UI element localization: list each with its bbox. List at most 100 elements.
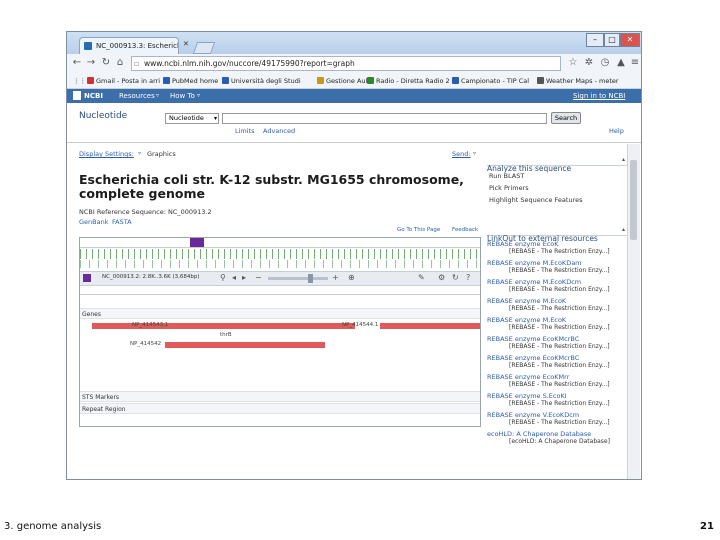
linkout-name[interactable]: REBASE enzyme M.EcoK bbox=[487, 316, 627, 324]
linkout-name[interactable]: REBASE enzyme M.EcoKDcm bbox=[487, 278, 627, 286]
gene-label: NP_414544.1 bbox=[342, 322, 379, 328]
new-tab-button[interactable] bbox=[192, 42, 216, 54]
bookmark-gmail[interactable]: Gmail - Posta in arri bbox=[87, 74, 160, 88]
howto-menu[interactable]: How To bbox=[170, 89, 195, 103]
pan-left-icon[interactable]: ◂ bbox=[232, 273, 236, 282]
db-select[interactable]: Nucleotide ▾ bbox=[165, 113, 219, 124]
expand-icon[interactable]: ⊕ bbox=[348, 273, 355, 282]
zoom-in-icon[interactable]: + bbox=[332, 273, 339, 282]
extension-icon-3[interactable]: ▲ bbox=[615, 57, 627, 69]
radio-icon bbox=[367, 77, 374, 84]
linkout-name[interactable]: REBASE enzyme EcoKMcrBC bbox=[487, 354, 627, 362]
signin-link[interactable]: Sign in to NCBI bbox=[573, 89, 625, 103]
ncbi-logo-icon bbox=[73, 91, 81, 100]
zoom-out-icon[interactable]: − bbox=[255, 273, 262, 282]
vertical-scrollbar[interactable] bbox=[627, 144, 640, 479]
collapse-icon[interactable]: ▴ bbox=[622, 156, 625, 163]
back-arrow-icon[interactable]: ← bbox=[71, 57, 83, 69]
linkout-name[interactable]: REBASE enzyme M.EcoKDam bbox=[487, 259, 627, 267]
linkout-name[interactable]: REBASE enzyme S.EcoKI bbox=[487, 392, 627, 400]
bookmark-label: Gestione Aule bbox=[326, 77, 372, 85]
gene-feature[interactable] bbox=[380, 323, 480, 329]
feedback-link[interactable]: Feedback bbox=[452, 227, 478, 233]
search-input[interactable] bbox=[222, 113, 547, 124]
apps-icon[interactable]: ⋮⋮ bbox=[73, 74, 86, 88]
advanced-link[interactable]: Advanced bbox=[263, 127, 295, 135]
overview-track-2 bbox=[80, 260, 480, 268]
send-link[interactable]: Send: bbox=[452, 150, 471, 158]
linkout-name[interactable]: REBASE enzyme EcoKMrr bbox=[487, 373, 627, 381]
page-number: 21 bbox=[700, 521, 714, 532]
bookmark-weather[interactable]: Weather Maps - meter bbox=[537, 74, 619, 88]
linkout-name[interactable]: ecoHLD: A Chaperone Database bbox=[487, 430, 627, 438]
track-repeat: Repeat Region bbox=[80, 403, 480, 414]
graphic-toolbar: NC_000913.2: 2.8K..3.6K (3,684bp) ⚲ ◂ ▸ … bbox=[80, 271, 480, 286]
linkout-name[interactable]: REBASE enzyme M.EcoK bbox=[487, 297, 627, 305]
bookmark-label: Weather Maps - meter bbox=[546, 77, 619, 85]
browser-toolbar: ← → ↻ ⌂ ▫ www.ncbi.nlm.nih.gov/nuccore/4… bbox=[67, 54, 641, 75]
bookmark-radio[interactable]: Radio - Diretta Radio 2 bbox=[367, 74, 450, 88]
scrollbar-thumb[interactable] bbox=[630, 160, 637, 240]
chevron-down-icon: ▿ bbox=[197, 92, 201, 99]
run-blast-link[interactable]: Run BLAST bbox=[489, 172, 524, 180]
url-bar[interactable]: ▫ www.ncbi.nlm.nih.gov/nuccore/49175990?… bbox=[131, 56, 561, 71]
linkout-name[interactable]: REBASE enzyme V.EcoKDcm bbox=[487, 411, 627, 419]
main-content: Display Settings: ▿ Graphics Send: ▿ Esc… bbox=[67, 144, 641, 479]
highlight-features-link[interactable]: Highlight Sequence Features bbox=[489, 196, 583, 204]
chevron-down-icon: ▿ bbox=[473, 150, 477, 157]
reload-icon[interactable]: ↻ bbox=[100, 57, 112, 69]
pubmed-icon bbox=[163, 77, 170, 84]
genbank-link[interactable]: GenBank bbox=[79, 218, 108, 226]
graphic-viewer[interactable]: NC_000913.2: 2.8K..3.6K (3,684bp) ⚲ ◂ ▸ … bbox=[79, 237, 481, 427]
maximize-icon[interactable]: □ bbox=[604, 33, 620, 47]
menu-icon[interactable]: ≡ bbox=[629, 57, 641, 69]
refresh-icon[interactable]: ↻ bbox=[452, 273, 459, 282]
bookmark-campionato[interactable]: Campionato - TIP Cal bbox=[452, 74, 529, 88]
extension-icon-2[interactable]: ◷ bbox=[599, 57, 611, 69]
bookmark-aule[interactable]: Gestione Aule bbox=[317, 74, 371, 88]
settings-icon[interactable]: ⚙ bbox=[438, 273, 445, 282]
forward-arrow-icon[interactable]: → bbox=[85, 57, 97, 69]
refseq-label: NCBI Reference Sequence: NC_000913.2 bbox=[79, 208, 212, 216]
linkout-name[interactable]: REBASE enzyme EcoK bbox=[487, 240, 627, 248]
limits-link[interactable]: Limits bbox=[235, 127, 255, 135]
home-icon[interactable]: ⌂ bbox=[114, 57, 126, 69]
fasta-link[interactable]: FASTA bbox=[112, 218, 132, 226]
zoom-icon[interactable]: ⚲ bbox=[220, 273, 226, 282]
tracks-icon[interactable] bbox=[83, 274, 91, 282]
track-label: Genes bbox=[82, 311, 101, 318]
bookmarks-bar: ⋮⋮ Gmail - Posta in arri PubMed home Uni… bbox=[67, 74, 641, 89]
linkout-item: REBASE enzyme EcoKMcrBC [REBASE - The Res… bbox=[487, 335, 627, 353]
minimize-icon[interactable]: – bbox=[586, 33, 604, 47]
tab-title: NC_000913.3: Escherichia bbox=[96, 42, 179, 50]
help-link[interactable]: Help bbox=[609, 127, 624, 135]
close-window-icon[interactable]: ✕ bbox=[620, 33, 640, 47]
extension-icon[interactable]: ✲ bbox=[583, 57, 595, 69]
gene-feature[interactable] bbox=[165, 342, 325, 348]
view-marker[interactable] bbox=[190, 238, 204, 247]
zoom-slider[interactable] bbox=[268, 277, 328, 280]
close-tab-icon[interactable]: ✕ bbox=[183, 40, 189, 48]
display-settings-link[interactable]: Display Settings: bbox=[79, 150, 134, 158]
pick-primers-link[interactable]: Pick Primers bbox=[489, 184, 529, 192]
linkout-item: REBASE enzyme EcoKMrr [REBASE - The Restr… bbox=[487, 373, 627, 391]
goto-page-link[interactable]: Go To This Page bbox=[397, 227, 440, 233]
page-title: Escherichia coli str. K-12 substr. MG165… bbox=[79, 172, 464, 201]
ncbi-logo[interactable]: NCBI bbox=[84, 89, 103, 103]
linkout-name[interactable]: REBASE enzyme EcoKMcrBC bbox=[487, 335, 627, 343]
chevron-down-icon: ▿ bbox=[156, 92, 160, 99]
bookmark-pubmed[interactable]: PubMed home bbox=[163, 74, 218, 88]
bookmark-star-icon[interactable]: ☆ bbox=[567, 57, 579, 69]
tools-icon[interactable]: ✎ bbox=[418, 273, 425, 282]
url-text: www.ncbi.nlm.nih.gov/nuccore/49175990?re… bbox=[144, 59, 355, 68]
search-button[interactable]: Search bbox=[551, 112, 581, 124]
linkout-source: [REBASE - The Restriction Enzy...] bbox=[509, 324, 610, 331]
pan-right-icon[interactable]: ▸ bbox=[242, 273, 246, 282]
help-icon[interactable]: ? bbox=[466, 273, 470, 282]
browser-tab[interactable]: NC_000913.3: Escherichia bbox=[79, 37, 179, 54]
resources-menu[interactable]: Resources bbox=[119, 89, 155, 103]
collapse-icon[interactable]: ▴ bbox=[622, 226, 625, 233]
bookmark-universita[interactable]: Università degli Studi bbox=[222, 74, 301, 88]
zoom-slider-handle[interactable] bbox=[308, 274, 313, 283]
gene-feature[interactable] bbox=[175, 323, 355, 329]
